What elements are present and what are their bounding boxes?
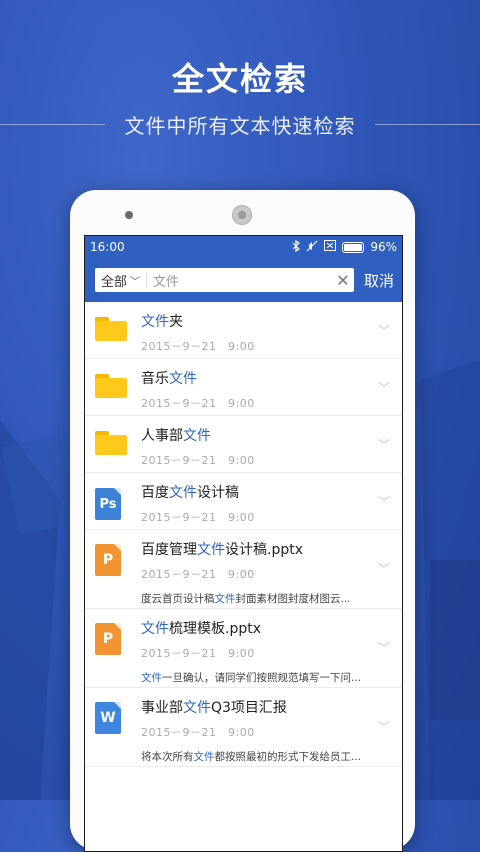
hero-title: 全文检索 (171, 60, 308, 98)
status-time: 16:00 (90, 240, 125, 254)
file-name: 百度文件设计稿 (141, 485, 239, 501)
hero-subtitle-row: 文件中所有文本快速检索 (0, 108, 480, 142)
chevron-down-icon[interactable]: ﹀ (378, 379, 390, 396)
ppt-file-icon: P (95, 544, 121, 576)
folder-icon (95, 374, 127, 398)
folder-icon (95, 317, 127, 341)
file-name: 文件梳理模板.pptx (141, 621, 261, 637)
file-date: 2015－9－21 9:00 (141, 454, 255, 467)
speaker-grille (232, 205, 252, 225)
mute-icon (306, 240, 318, 255)
word-file-icon: W (95, 702, 121, 734)
ps-file-icon: Ps (95, 488, 121, 520)
search-bar: 全部 ﹀ ✕ 取消 (85, 258, 402, 302)
status-bar: 16:00 96% (85, 236, 402, 258)
search-scope-label: 全部 (101, 274, 128, 290)
file-name: 音乐文件 (141, 371, 197, 387)
file-date: 2015－9－21 9:00 (141, 511, 255, 524)
bluetooth-icon (292, 239, 301, 255)
file-name: 文件夹 (141, 314, 183, 330)
list-item[interactable]: 音乐文件 2015－9－21 9:00 ﹀ (85, 359, 402, 416)
file-date: 2015－9－21 9:00 (141, 726, 255, 739)
list-item[interactable]: 人事部文件 2015－9－21 9:00 ﹀ (85, 416, 402, 473)
file-date: 2015－9－21 9:00 (141, 568, 255, 581)
list-item[interactable]: P 百度管理文件设计稿.pptx 2015－9－21 9:00 度云首页设计稿文件封面… (85, 530, 402, 609)
list-item[interactable]: Ps 百度文件设计稿 2015－9－21 9:00 ﹀ (85, 473, 402, 530)
file-date: 2015－9－21 9:00 (141, 340, 255, 353)
chevron-down-icon[interactable]: ﹀ (378, 560, 390, 577)
chevron-down-icon[interactable]: ﹀ (378, 436, 390, 453)
chevron-down-icon[interactable]: ﹀ (378, 493, 390, 510)
battery-percent: 96% (370, 240, 397, 254)
search-input[interactable] (147, 272, 332, 288)
list-item[interactable]: P 文件梳理模板.pptx 2015－9－21 9:00 文件一旦确认，请同学们按照规… (85, 609, 402, 688)
front-camera (125, 211, 133, 219)
phone-mockup: 16:00 96% 全部 ﹀ 文件 ✕ 取消 文件夹 2015－9－21 9:0… (70, 190, 415, 852)
match-snippet: 将本次所有文件都按照最初的形式下发给员工... (141, 751, 362, 763)
file-date: 2015－9－21 9:00 (141, 397, 255, 410)
search-scope-dropdown[interactable]: 全部 ﹀ (95, 272, 148, 290)
chevron-down-icon[interactable]: ﹀ (378, 639, 390, 656)
match-snippet: 文件一旦确认，请同学们按照规范填写一下问... (141, 672, 362, 684)
battery-icon (342, 241, 365, 253)
search-box: 全部 ﹀ ✕ (95, 268, 354, 292)
file-name: 百度管理文件设计稿.pptx (141, 542, 303, 558)
chevron-down-icon[interactable]: ﹀ (378, 322, 390, 339)
phone-screen: 16:00 96% 全部 ﹀ 文件 ✕ 取消 文件夹 2015－9－21 9:0… (84, 235, 403, 852)
file-name: 人事部文件 (141, 428, 211, 444)
divider-line-right (375, 124, 480, 125)
cancel-button[interactable]: 取消 (364, 270, 394, 291)
ppt-file-icon: P (95, 623, 121, 655)
chevron-down-icon: ﹀ (130, 276, 141, 288)
list-item[interactable]: 文件夹 2015－9－21 9:00 ﹀ (85, 302, 402, 359)
clear-search-icon[interactable]: ✕ (332, 271, 354, 290)
search-results-list: 文件夹 2015－9－21 9:00 ﹀ 音乐文件 2015－9－21 9:00 ﹀ 人事部… (85, 302, 402, 767)
file-date: 2015－9－21 9:00 (141, 647, 255, 660)
folder-icon (95, 431, 127, 455)
file-name: 事业部文件Q3项目汇报 (141, 700, 287, 716)
no-sim-icon (324, 240, 337, 254)
list-item[interactable]: W 事业部文件Q3项目汇报 2015－9－21 9:00 将本次所有文件都按照最初的形… (85, 688, 402, 767)
match-snippet: 度云首页设计稿文件封面素材图封度材图云... (141, 593, 351, 605)
chevron-down-icon[interactable]: ﹀ (378, 718, 390, 735)
